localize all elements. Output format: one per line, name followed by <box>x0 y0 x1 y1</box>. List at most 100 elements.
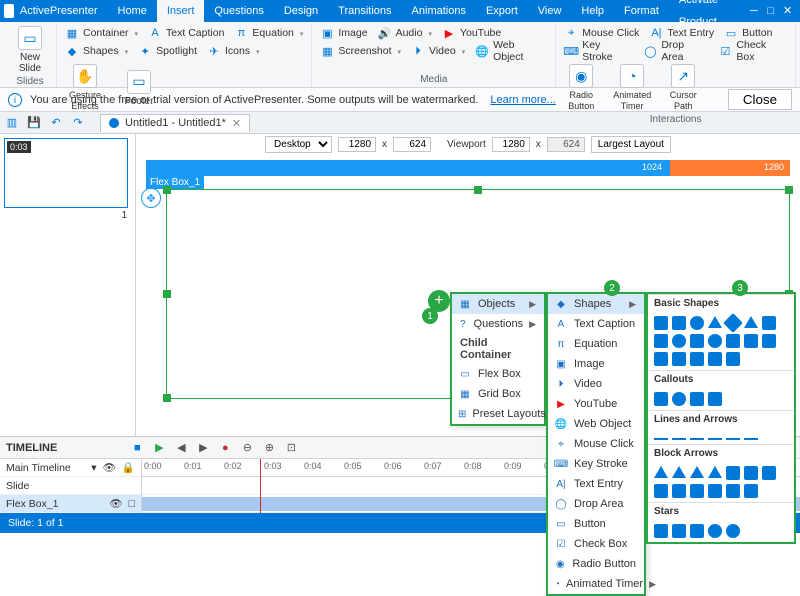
qa-new[interactable]: ▥ <box>4 115 20 131</box>
tl-zoom-out[interactable]: ⊖ <box>239 440 255 456</box>
shape-line[interactable] <box>708 438 722 440</box>
menu-text-caption[interactable]: AText Caption <box>548 314 644 334</box>
resize-handle[interactable] <box>163 290 171 298</box>
notice-close-button[interactable]: Close <box>728 89 792 110</box>
menu-image[interactable]: ▣Image <box>548 354 644 374</box>
audio-button[interactable]: 🔊Audio <box>376 24 434 42</box>
tab-help[interactable]: Help <box>571 0 614 22</box>
shape-arrow[interactable] <box>708 484 722 498</box>
menu-grid-box[interactable]: ▦Grid Box <box>452 384 544 404</box>
tab-home[interactable]: Home <box>108 0 157 22</box>
web-object-button[interactable]: 🌐Web Object <box>473 42 549 60</box>
document-tab[interactable]: Untitled1 - Untitled1* ✕ <box>100 114 250 132</box>
container-button[interactable]: ▦Container <box>63 24 140 42</box>
eye-icon[interactable]: 👁 <box>103 461 116 474</box>
vp-height-input[interactable] <box>547 137 585 152</box>
qa-save[interactable]: 💾 <box>26 115 42 131</box>
shape-triangle[interactable] <box>744 316 758 328</box>
learn-more-link[interactable]: Learn more... <box>490 94 555 106</box>
shape-line[interactable] <box>654 438 668 440</box>
shape-callout[interactable] <box>672 392 686 406</box>
window-minimize[interactable]: ─ <box>745 0 762 22</box>
shape-arrow[interactable] <box>744 466 758 480</box>
device-select[interactable]: Desktop <box>265 136 332 153</box>
menu-mouse-click[interactable]: ⌖Mouse Click <box>548 434 644 454</box>
shape-rect[interactable] <box>654 352 668 366</box>
tl-stop[interactable]: ■ <box>129 440 145 456</box>
track-flex-box[interactable]: Flex Box_1👁□ <box>0 495 141 513</box>
shape-callout[interactable] <box>654 392 668 406</box>
menu-objects[interactable]: ▦Objects▶ <box>452 294 544 314</box>
shape-circle[interactable] <box>672 334 686 348</box>
shape-arrow[interactable] <box>762 466 776 480</box>
shape-arrow[interactable] <box>726 484 740 498</box>
video-button[interactable]: ⏵Video <box>409 42 467 60</box>
shape-rect[interactable] <box>762 334 776 348</box>
menu-flex-box[interactable]: ▭Flex Box <box>452 364 544 384</box>
eye-icon[interactable]: 👁 <box>109 497 122 510</box>
menu-button[interactable]: ▭Button <box>548 514 644 534</box>
menu-video[interactable]: ⏵Video <box>548 374 644 394</box>
shape-arrow[interactable] <box>726 466 740 480</box>
timeline-dropdown[interactable]: Main Timeline▾👁🔒 <box>0 459 141 477</box>
shape-star[interactable] <box>708 524 722 538</box>
shape-line[interactable] <box>672 438 686 440</box>
tab-view[interactable]: View <box>528 0 572 22</box>
resize-handle[interactable] <box>163 186 171 194</box>
shape-rect[interactable] <box>690 352 704 366</box>
menu-text-entry[interactable]: A|Text Entry <box>548 474 644 494</box>
shape-hex[interactable] <box>654 334 668 348</box>
screenshot-button[interactable]: ▦Screenshot <box>318 42 403 60</box>
shape-arrow[interactable] <box>654 484 668 498</box>
shape-callout[interactable] <box>690 392 704 406</box>
lock-icon[interactable]: 🔒 <box>122 461 135 474</box>
menu-preset-layouts[interactable]: ⊞Preset Layouts▶ <box>452 404 544 424</box>
shape-line[interactable] <box>690 438 704 440</box>
animated-timer-button[interactable]: ◔Animated Timer <box>608 62 656 114</box>
menu-equation[interactable]: πEquation <box>548 334 644 354</box>
doc-close-icon[interactable]: ✕ <box>232 117 241 130</box>
slide-thumbnail[interactable]: 0:03 <box>4 138 128 208</box>
tab-design[interactable]: Design <box>274 0 328 22</box>
icons-button[interactable]: ✈Icons <box>205 42 262 60</box>
tab-export[interactable]: Export <box>476 0 528 22</box>
equation-button[interactable]: πEquation <box>232 24 305 42</box>
lock-icon[interactable]: □ <box>129 498 135 510</box>
largest-layout-button[interactable]: Largest Layout <box>591 136 671 153</box>
shape-rect[interactable] <box>708 352 722 366</box>
text-caption-button[interactable]: AText Caption <box>146 24 226 42</box>
cursor-path-button[interactable]: ↗Cursor Path <box>664 62 702 114</box>
shape-arrow[interactable] <box>654 466 668 478</box>
window-restore[interactable]: □ <box>762 0 779 22</box>
qa-redo[interactable]: ↷ <box>70 115 86 131</box>
shape-circle[interactable] <box>690 316 704 330</box>
shape-triangle[interactable] <box>708 316 722 328</box>
playhead[interactable] <box>260 459 261 513</box>
shape-star[interactable] <box>690 524 704 538</box>
tab-transitions[interactable]: Transitions <box>328 0 401 22</box>
gesture-button[interactable]: ✋Gesture Effects <box>63 62 107 114</box>
check-box-button[interactable]: ☑Check Box <box>716 42 789 60</box>
drop-area-button[interactable]: ◯Drop Area <box>641 42 710 60</box>
shape-rect[interactable] <box>762 316 776 330</box>
spotlight-button[interactable]: ✦Spotlight <box>136 42 199 60</box>
shape-star[interactable] <box>672 524 686 538</box>
menu-questions[interactable]: ?Questions▶ <box>452 314 544 334</box>
menu-shapes[interactable]: ◆Shapes▶ <box>548 294 644 314</box>
tab-format[interactable]: Format <box>614 0 669 22</box>
tl-zoom-fit[interactable]: ⊡ <box>283 440 299 456</box>
move-handle-icon[interactable]: ✥ <box>141 188 161 208</box>
shape-rect[interactable] <box>726 334 740 348</box>
image-button[interactable]: ▣Image <box>318 24 369 42</box>
shape-arrow[interactable] <box>708 466 722 478</box>
flex-box-label[interactable]: Flex Box_1 <box>146 176 204 189</box>
shape-rect[interactable] <box>744 334 758 348</box>
menu-key-stroke[interactable]: ⌨Key Stroke <box>548 454 644 474</box>
resize-handle[interactable] <box>474 186 482 194</box>
resize-handle[interactable] <box>785 186 793 194</box>
menu-drop-area[interactable]: ◯Drop Area <box>548 494 644 514</box>
shape-rect[interactable] <box>726 352 740 366</box>
menu-web-object[interactable]: 🌐Web Object <box>548 414 644 434</box>
radio-button-button[interactable]: ◉Radio Button <box>562 62 600 114</box>
qa-undo[interactable]: ↶ <box>48 115 64 131</box>
